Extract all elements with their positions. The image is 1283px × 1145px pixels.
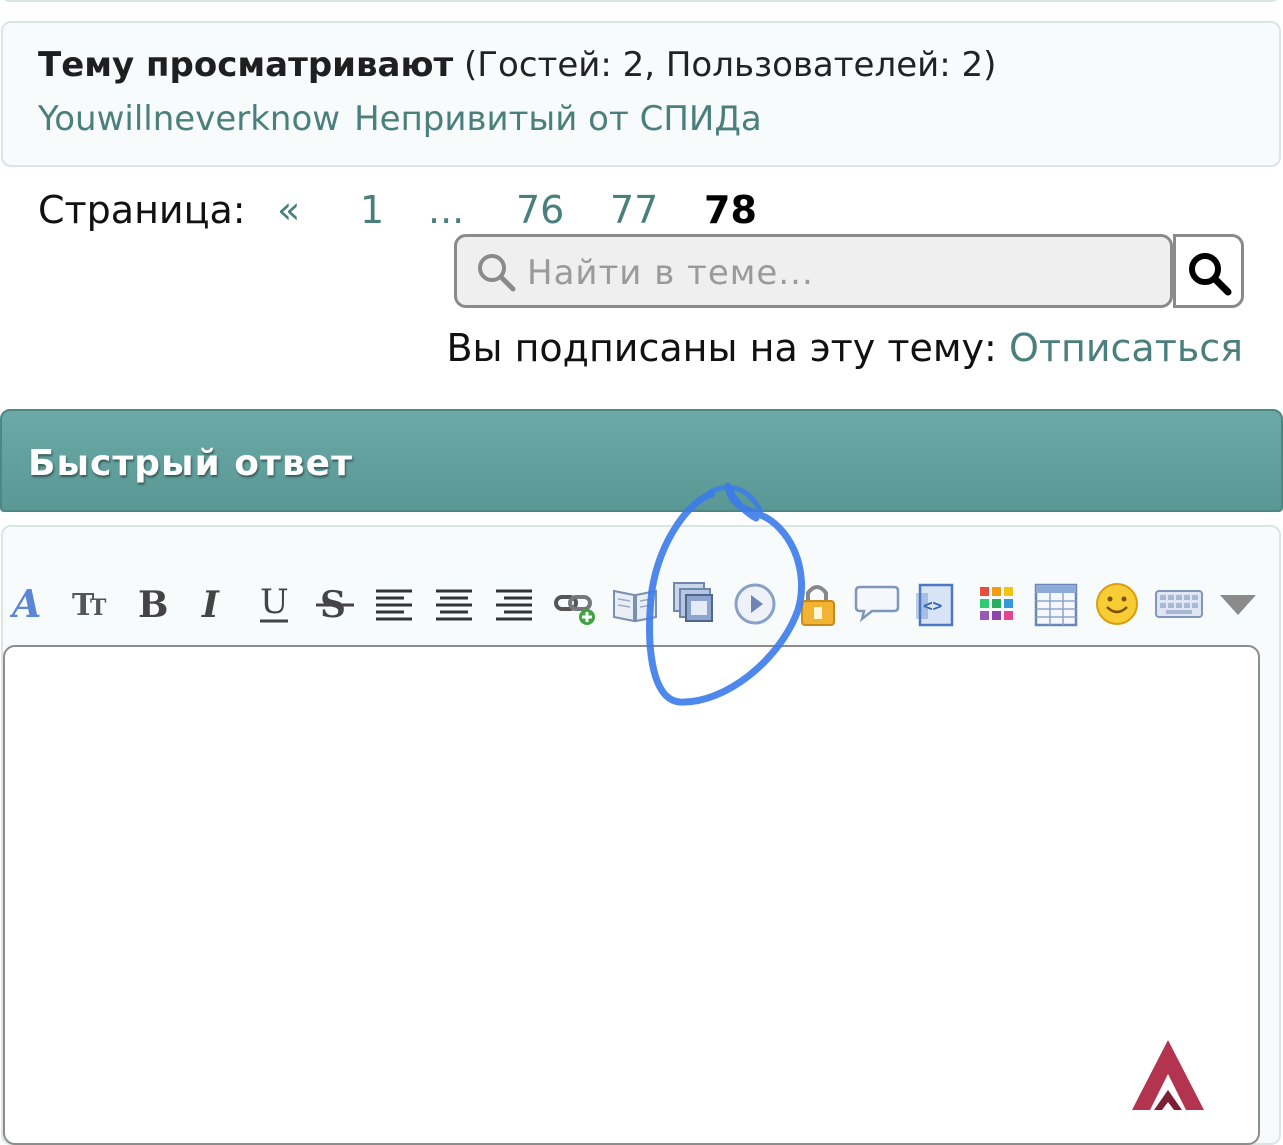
align-center-icon[interactable] [434, 579, 480, 629]
bold-icon[interactable]: B [132, 579, 178, 629]
pagination: Страница: « 1 ... 76 77 78 [38, 188, 757, 232]
viewers-counts: (Гостей: 2, Пользователей: 2) [464, 45, 997, 85]
viewers-title: Тему просматривают [38, 45, 454, 85]
strikethrough-icon[interactable]: S [314, 579, 360, 629]
pagination-label: Страница: [38, 188, 246, 232]
quick-reply-title: Быстрый ответ [28, 443, 353, 484]
link-icon[interactable] [554, 579, 600, 629]
topic-viewers-panel: Тему просматривают (Гостей: 2, Пользоват… [1, 21, 1281, 167]
pagination-ellipsis[interactable]: ... [428, 188, 464, 232]
svg-text:T: T [90, 595, 107, 621]
pagination-page-1[interactable]: 1 [360, 188, 384, 232]
pagination-page-76[interactable]: 76 [516, 188, 564, 232]
pagination-page-77[interactable]: 77 [610, 188, 658, 232]
svg-text:A: A [10, 581, 41, 626]
editor-toolbar: A TT B I U S <> [10, 579, 1275, 631]
search-field[interactable] [454, 234, 1173, 308]
book-icon[interactable] [612, 579, 658, 629]
keyboard-icon[interactable] [1154, 579, 1203, 629]
code-icon[interactable]: <> [914, 579, 960, 629]
smiley-icon[interactable] [1094, 579, 1140, 629]
color-grid-icon[interactable] [976, 579, 1022, 629]
search-icon [1189, 253, 1232, 296]
align-right-icon[interactable] [494, 579, 540, 629]
font-icon[interactable]: A [10, 579, 56, 629]
viewers-user-list: Youwillneverknow Непривитый от СПИДа [38, 99, 776, 139]
search-button[interactable] [1173, 234, 1244, 308]
font-size-icon[interactable]: TT [70, 579, 116, 629]
app-logo-icon [1132, 1040, 1204, 1110]
svg-text:I: I [201, 584, 220, 626]
underline-icon[interactable]: U [254, 579, 300, 629]
viewer-user-link[interactable]: Непривитый от СПИДа [354, 99, 762, 139]
search-input[interactable] [525, 245, 1159, 301]
media-play-icon[interactable] [732, 579, 778, 629]
svg-text:U: U [260, 582, 289, 622]
viewers-heading: Тему просматривают (Гостей: 2, Пользоват… [38, 45, 996, 85]
search-icon [478, 254, 516, 292]
viewer-user-link[interactable]: Youwillneverknow [38, 99, 340, 139]
lock-icon[interactable] [794, 579, 840, 629]
quick-reply-textarea[interactable] [3, 645, 1260, 1145]
subscription-status: Вы подписаны на эту тему: Отписаться [446, 326, 1243, 370]
speech-bubble-icon[interactable] [854, 579, 900, 629]
subscription-text: Вы подписаны на эту тему: [446, 326, 997, 370]
align-left-icon[interactable] [374, 579, 420, 629]
topic-search [454, 234, 1244, 308]
italic-icon[interactable]: I [194, 579, 240, 629]
pagination-prev-link[interactable]: « [277, 188, 300, 232]
table-icon[interactable] [1034, 579, 1080, 629]
gallery-icon[interactable] [672, 579, 718, 629]
svg-text:B: B [138, 584, 168, 626]
previous-panel-edge [0, 0, 1281, 2]
quick-reply-header: Быстрый ответ [0, 409, 1283, 512]
unsubscribe-link[interactable]: Отписаться [1009, 326, 1243, 370]
pagination-current-page: 78 [704, 188, 757, 232]
more-dropdown-icon[interactable] [1216, 579, 1262, 629]
